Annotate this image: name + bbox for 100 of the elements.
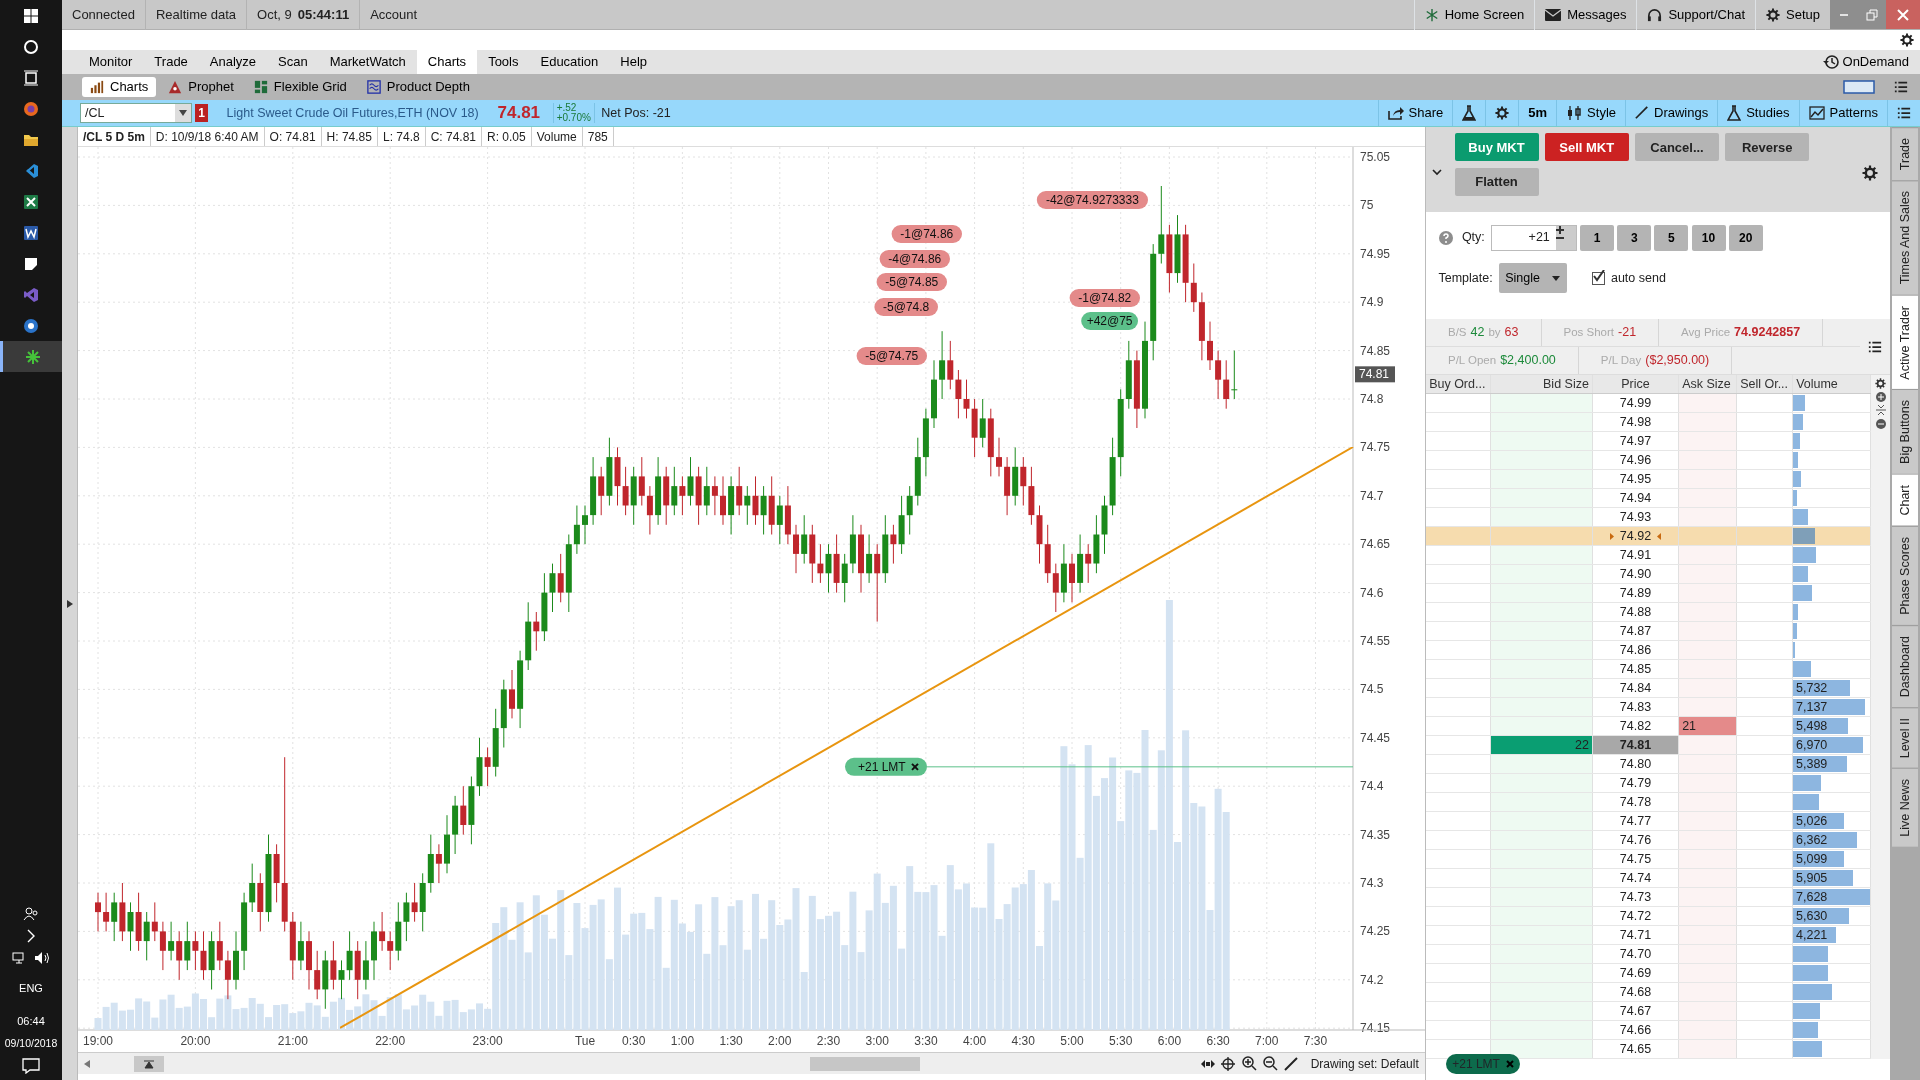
time-axis-label: 7:00 <box>1255 1034 1279 1048</box>
template-dropdown[interactable]: Single <box>1498 263 1567 293</box>
price-axis-label: 74.45 <box>1360 730 1391 745</box>
template-label: Template: <box>1438 269 1493 287</box>
chart-info-text: C: 74.81 <box>425 127 483 146</box>
price-axis-label: 74.8 <box>1360 392 1384 406</box>
chart-info-text: O: 74.81 <box>264 127 322 146</box>
column-header[interactable]: Bid Size <box>1491 375 1593 393</box>
time-axis-label: 5:00 <box>1060 1034 1084 1048</box>
trade-marker-label: -1@74.86 <box>891 225 962 243</box>
trade-marker-label: -42@74.9273333 <box>1036 191 1148 209</box>
side-tab[interactable]: Phase Scores <box>1892 525 1918 625</box>
volume-value: 5,630 <box>1795 907 1828 925</box>
clock-date: 09/10/2018 <box>4 1035 58 1051</box>
stat-value: 74.9242857 <box>1734 324 1801 342</box>
last-price-tag: 74.81 <box>1355 366 1395 383</box>
qty-preset-button[interactable]: 3 <box>1617 224 1652 251</box>
chart-tool-button[interactable]: Share <box>1377 100 1453 126</box>
time-axis-label: 20:00 <box>180 1034 211 1048</box>
price-cell[interactable]: 74.81 <box>1593 736 1679 754</box>
side-tab[interactable]: Chart <box>1892 474 1918 526</box>
chart-tool-button[interactable]: Drawings <box>1625 100 1718 126</box>
side-tab[interactable]: Live News <box>1892 768 1918 847</box>
chart-tool-button[interactable]: Style <box>1556 100 1625 126</box>
time-axis-label: 2:00 <box>768 1034 792 1048</box>
column-header[interactable]: Sell Or... <box>1737 375 1793 393</box>
time-axis-label: 7:30 <box>1303 1034 1328 1048</box>
side-tab[interactable]: Times And Sales <box>1892 180 1918 295</box>
time-axis-label: 19:00 <box>83 1034 113 1048</box>
stat-value: 42 <box>1470 324 1485 342</box>
volume-value: 7,137 <box>1795 698 1828 716</box>
time-axis-label: 6:30 <box>1206 1034 1230 1048</box>
time-axis-label: 3:00 <box>865 1034 889 1048</box>
account-label[interactable]: Account <box>360 0 428 30</box>
side-tab[interactable]: Dashboard <box>1892 624 1918 707</box>
time-axis-label: 0:30 <box>622 1034 646 1048</box>
volume-value: 5,389 <box>1795 755 1828 773</box>
chart-info-text: Volume <box>531 127 583 146</box>
order-button[interactable]: Reverse <box>1725 133 1810 162</box>
time-axis-label: 4:00 <box>962 1034 987 1048</box>
time-axis-label: 1:00 <box>670 1034 695 1048</box>
side-tab[interactable]: Big Buttons <box>1892 389 1918 475</box>
time-axis-label: 21:00 <box>277 1034 308 1048</box>
symbol-field[interactable]: /CL <box>80 103 192 123</box>
menu-tab[interactable]: Charts <box>416 50 478 74</box>
qty-label: Qty: <box>1461 229 1485 247</box>
column-header[interactable]: Price <box>1593 375 1679 393</box>
net-position: Net Pos: -21 <box>601 104 671 122</box>
order-button[interactable]: Buy MKT <box>1454 133 1539 162</box>
clock-time: 06:44 <box>17 1014 45 1029</box>
qty-preset-button[interactable]: 10 <box>1691 224 1726 251</box>
price-axis-label: 74.3 <box>1360 876 1384 890</box>
price-axis-label: 74.7 <box>1360 488 1384 503</box>
order-button[interactable]: Cancel... <box>1635 133 1719 162</box>
time-axis-label: 23:00 <box>472 1034 503 1048</box>
chart-tool-button[interactable]: Patterns <box>1798 100 1887 126</box>
price-axis-label: 74.4 <box>1360 779 1384 794</box>
alert-badge[interactable]: 1 <box>195 104 208 122</box>
bid-size-cell[interactable]: 22 <box>1491 736 1593 754</box>
price-axis-label: 74.9 <box>1360 295 1384 310</box>
column-header[interactable]: Ask Size <box>1679 375 1737 393</box>
qty-preset-button[interactable]: 5 <box>1654 224 1689 251</box>
sub-tab[interactable]: Flexible Grid <box>245 77 355 97</box>
last-price: 74.81 <box>497 102 541 125</box>
qty-preset-button[interactable]: 20 <box>1728 224 1763 251</box>
time-axis-label: 22:00 <box>375 1034 406 1048</box>
volume-value: 4,221 <box>1795 926 1828 944</box>
time-axis-label: 1:30 <box>719 1034 743 1048</box>
qty-field[interactable]: +21 <box>1491 224 1578 251</box>
stat-value: 63 <box>1504 324 1519 342</box>
volume-value: 5,099 <box>1795 850 1828 868</box>
order-tag[interactable]: +21 LMT <box>845 757 927 776</box>
price-axis-label: 75.05 <box>1360 150 1391 164</box>
price-axis-label: 74.6 <box>1360 585 1384 600</box>
price-axis-label: 74.25 <box>1360 924 1391 939</box>
price-axis-label: 74.55 <box>1360 634 1391 648</box>
chart-tool-button[interactable]: 5m <box>1518 100 1557 126</box>
chart-info-text: 785 <box>582 127 614 146</box>
ask-size-cell[interactable]: 21 <box>1679 717 1737 735</box>
side-tab[interactable]: Active Trader <box>1892 294 1918 390</box>
chart-tool-button[interactable]: Studies <box>1717 100 1799 126</box>
side-tab[interactable]: Level II <box>1892 706 1918 768</box>
time-axis-label: 2:30 <box>816 1034 841 1048</box>
price-change: +.52 <box>556 103 578 113</box>
price-cell[interactable]: 74.92 <box>1593 527 1679 545</box>
sub-tab[interactable]: Product Depth <box>358 77 478 97</box>
qty-preset-button[interactable]: 1 <box>1580 224 1615 251</box>
column-header[interactable]: Buy Ord... <box>1426 375 1491 393</box>
sub-tab[interactable]: Charts <box>82 77 157 97</box>
sub-tab[interactable]: Prophet <box>160 77 242 97</box>
drawing-set-selector[interactable]: Drawing set: Default <box>1310 1054 1419 1073</box>
stat-value: ($2,950.00) <box>1645 352 1710 370</box>
language-indicator[interactable]: ENG <box>19 980 43 997</box>
volume-value: 5,498 <box>1795 717 1828 735</box>
price-axis-label: 74.75 <box>1360 440 1391 455</box>
order-button[interactable]: Sell MKT <box>1544 133 1629 162</box>
order-button[interactable]: Flatten <box>1454 167 1539 196</box>
side-tab[interactable]: Trade <box>1892 127 1918 181</box>
trade-marker-label: -1@74.82 <box>1069 289 1140 307</box>
chart-info-text: D: 10/9/18 6:40 AM <box>150 127 265 146</box>
